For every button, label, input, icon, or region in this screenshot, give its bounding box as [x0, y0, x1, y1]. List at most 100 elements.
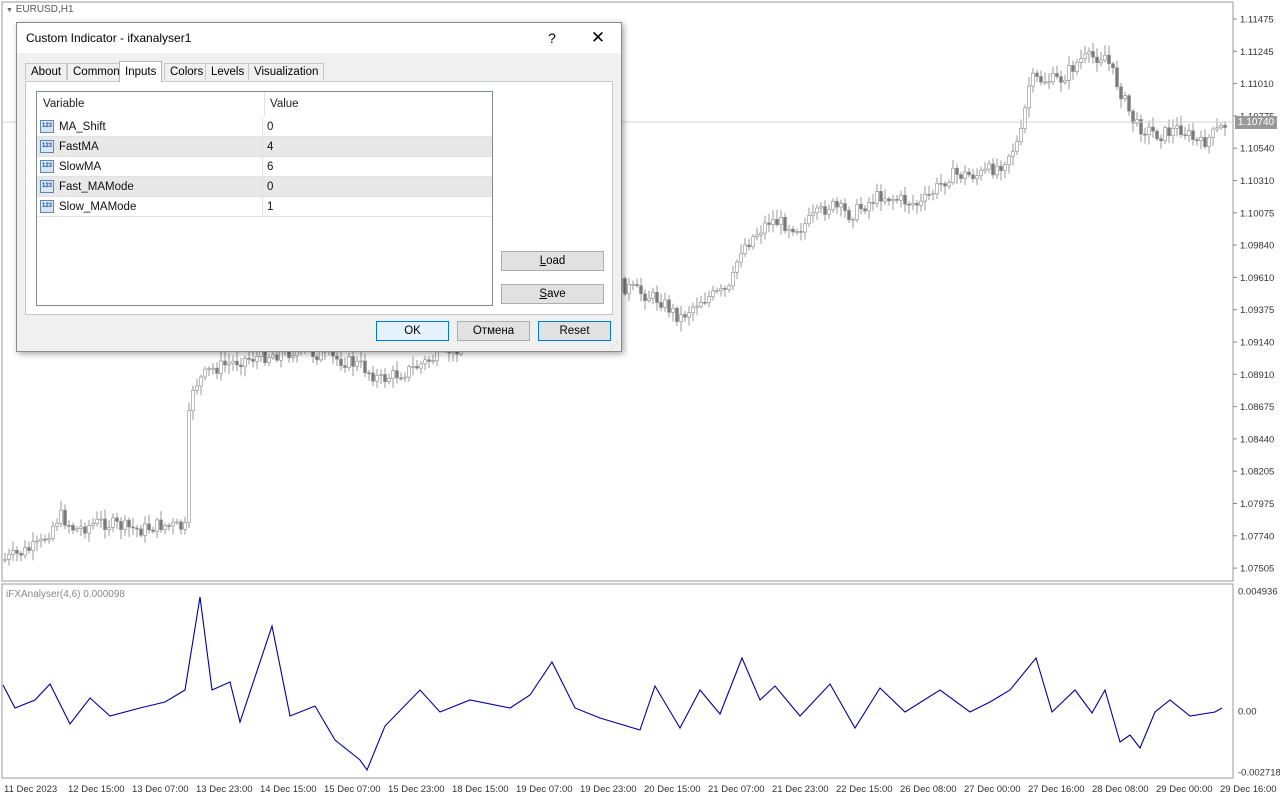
- tab-about[interactable]: About: [25, 63, 68, 80]
- candle-body: [107, 526, 111, 530]
- table-row[interactable]: 123 SlowMA 6: [37, 157, 492, 177]
- resize-grip-icon[interactable]: ⋰: [610, 341, 619, 350]
- time-tick-label: 21 Dec 07:00: [708, 784, 765, 795]
- candle-body: [1067, 65, 1071, 81]
- candle-body: [351, 356, 355, 367]
- price-tick-label: 1.11010: [1240, 79, 1274, 90]
- variable-value[interactable]: 4: [267, 137, 273, 157]
- candle-body: [675, 307, 679, 322]
- cell-separator: [262, 177, 263, 197]
- price-tick-label: 1.10540: [1240, 144, 1274, 155]
- close-button[interactable]: ✕: [583, 23, 613, 53]
- save-button[interactable]: Save: [501, 284, 604, 304]
- integer-type-icon: 123: [40, 140, 54, 153]
- tab-levels[interactable]: Levels: [205, 63, 251, 80]
- candle-body: [79, 526, 83, 529]
- ok-button[interactable]: OK: [376, 321, 449, 341]
- candle-body: [1175, 125, 1179, 129]
- price-tick-label: 1.07505: [1240, 564, 1274, 575]
- candle-body: [843, 203, 847, 211]
- candle-body: [1143, 133, 1147, 136]
- tab-colors[interactable]: Colors: [164, 63, 210, 80]
- time-tick-label: 11 Dec 2023: [4, 784, 57, 795]
- candle-body: [187, 410, 191, 523]
- candle-body: [1015, 141, 1019, 152]
- candle-body: [895, 199, 899, 201]
- candle-body: [971, 174, 975, 180]
- indicator-tick-label: -0.002718: [1238, 768, 1280, 779]
- load-button[interactable]: Load: [501, 251, 604, 271]
- candle-body: [3, 559, 7, 561]
- candle-body: [151, 529, 155, 532]
- candle-body: [1215, 127, 1219, 130]
- reset-button[interactable]: Reset: [538, 321, 611, 341]
- variable-value[interactable]: 6: [267, 157, 273, 177]
- candle-body: [155, 519, 159, 532]
- table-row[interactable]: 123 MA_Shift 0: [37, 117, 492, 137]
- column-separator[interactable]: [264, 92, 265, 116]
- candle-body: [875, 191, 879, 204]
- candle-body: [203, 368, 207, 378]
- candle-body: [703, 301, 707, 304]
- indicator-tick-label: 0.00: [1238, 707, 1257, 718]
- candle-body: [1027, 85, 1031, 109]
- candle-body: [755, 234, 759, 238]
- candle-body: [1115, 67, 1119, 88]
- cancel-button[interactable]: Отмена: [457, 321, 530, 341]
- candle-body: [1095, 56, 1099, 63]
- candle-body: [935, 183, 939, 195]
- time-tick-label: 20 Dec 15:00: [644, 784, 701, 795]
- inputs-panel: Variable Value 123 MA_Shift 0 123 FastMA…: [25, 81, 613, 315]
- candle-body: [723, 288, 727, 290]
- candle-body: [431, 360, 435, 363]
- candle-body: [903, 194, 907, 205]
- candle-body: [407, 366, 411, 378]
- candle-body: [1059, 76, 1063, 83]
- candle-body: [983, 168, 987, 172]
- candle-body: [655, 291, 659, 303]
- candle-body: [267, 357, 271, 364]
- price-tick-label: 1.07975: [1240, 499, 1274, 510]
- candle-body: [11, 550, 15, 555]
- column-header-value[interactable]: Value: [270, 92, 299, 116]
- dialog-title-bar[interactable]: Custom Indicator - ifxanalyser1 ? ✕: [17, 23, 621, 53]
- candle-body: [347, 356, 351, 368]
- candle-body: [419, 363, 423, 369]
- help-button[interactable]: ?: [537, 23, 567, 53]
- candle-body: [319, 351, 323, 361]
- variable-value[interactable]: 0: [267, 177, 273, 197]
- candle-body: [215, 367, 219, 374]
- tab-inputs[interactable]: Inputs: [119, 61, 163, 82]
- candle-body: [1191, 130, 1195, 141]
- table-row[interactable]: 123 Fast_MAMode 0: [37, 177, 492, 197]
- candle-body: [1007, 155, 1011, 165]
- table-row[interactable]: 123 FastMA 4: [37, 137, 492, 157]
- variable-value[interactable]: 1: [267, 197, 273, 217]
- candle-body: [963, 171, 967, 179]
- price-tick-label: 1.08910: [1240, 370, 1274, 381]
- time-tick-label: 26 Dec 08:00: [900, 784, 957, 795]
- candle-body: [251, 358, 255, 362]
- candle-body: [699, 301, 703, 307]
- candle-body: [135, 527, 139, 530]
- candle-body: [83, 526, 87, 534]
- tab-common[interactable]: Common: [67, 63, 126, 80]
- dropdown-triangle-icon[interactable]: ▼: [6, 7, 13, 14]
- candle-body: [739, 253, 743, 263]
- candle-body: [979, 170, 983, 176]
- candle-body: [991, 163, 995, 176]
- column-header-variable[interactable]: Variable: [43, 92, 84, 116]
- candle-body: [175, 521, 179, 524]
- candle-body: [139, 528, 143, 536]
- table-row[interactable]: 123 Slow_MAMode 1: [37, 197, 492, 217]
- candle-body: [1187, 130, 1191, 136]
- candle-body: [763, 222, 767, 234]
- candle-body: [31, 541, 35, 551]
- candle-body: [695, 305, 699, 308]
- variable-value[interactable]: 0: [267, 117, 273, 137]
- candle-body: [1103, 54, 1107, 61]
- candle-body: [887, 198, 891, 202]
- time-tick-label: 29 Dec 00:00: [1156, 784, 1213, 795]
- tab-visualization[interactable]: Visualization: [248, 63, 325, 80]
- candle-body: [711, 290, 715, 297]
